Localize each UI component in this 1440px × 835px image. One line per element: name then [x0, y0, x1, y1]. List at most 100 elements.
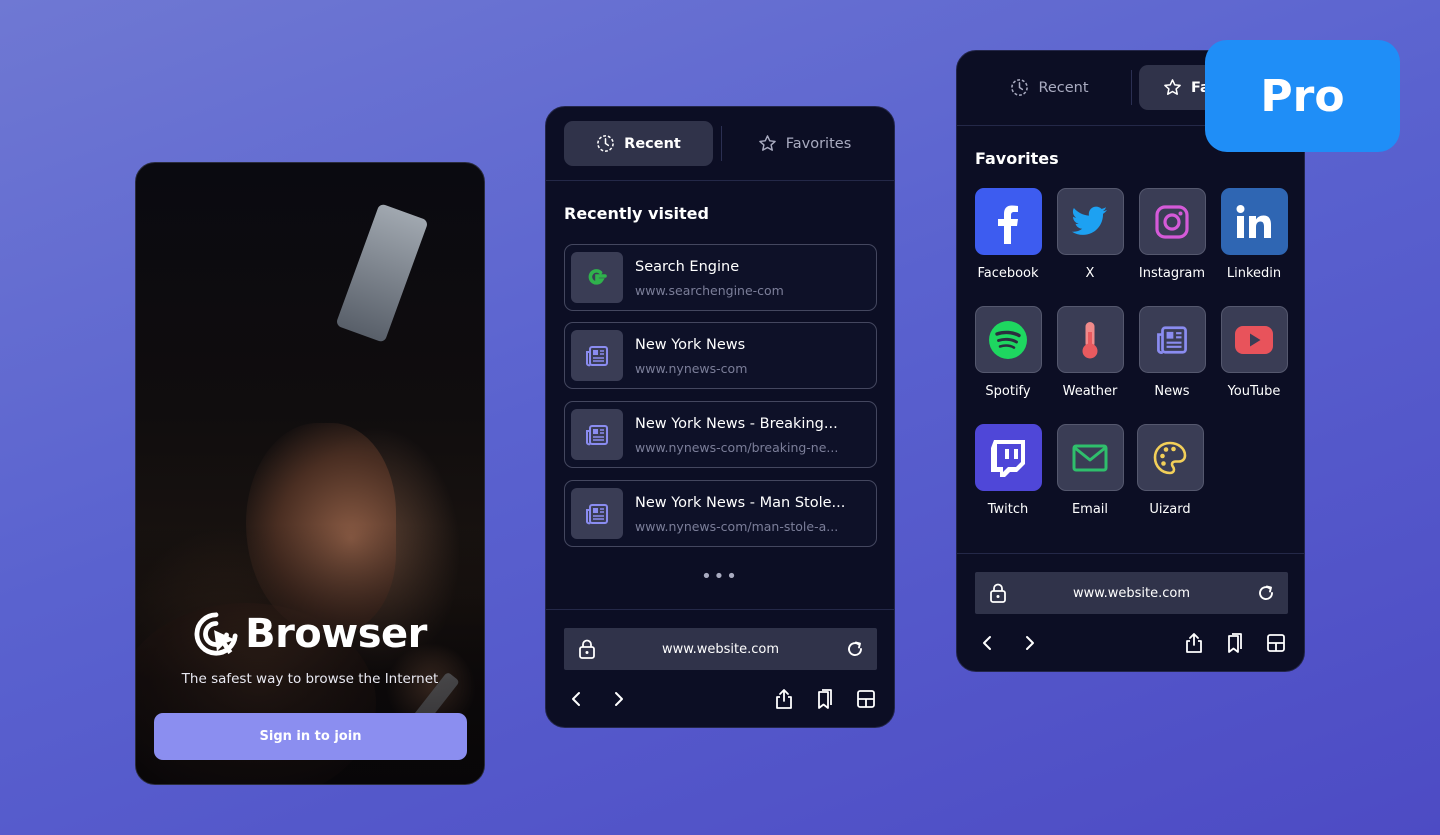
favorite-tile — [1136, 424, 1204, 491]
favorite-news[interactable]: News — [1131, 306, 1213, 399]
favorite-tile — [1138, 188, 1206, 255]
share-icon[interactable] — [773, 688, 795, 710]
splash-screen: Browser The safest way to browse the Int… — [135, 162, 485, 785]
history-item-icon — [571, 409, 623, 460]
tagline: The safest way to browse the Internet — [181, 671, 439, 687]
history-item-title: New York News - Man Stole... — [635, 495, 846, 511]
favorite-youtube[interactable]: YouTube — [1213, 306, 1295, 399]
history-item[interactable]: New York News www.nynews-com — [564, 322, 877, 389]
history-item-title: New York News - Breaking... — [635, 416, 838, 432]
youtube-icon — [1235, 325, 1273, 354]
favorite-facebook[interactable]: Facebook — [967, 188, 1049, 281]
favorite-label: X — [1085, 266, 1095, 281]
favorite-instagram[interactable]: Instagram — [1131, 188, 1213, 281]
brand-name: Browser — [245, 611, 427, 657]
mail-icon — [1072, 444, 1108, 471]
tab-recent-label: Recent — [624, 135, 681, 152]
favorite-tile — [1056, 424, 1124, 491]
favorite-label: Twitch — [987, 502, 1029, 517]
tab-bar: Recent Favorites — [546, 107, 894, 181]
favorite-label: Uizard — [1149, 502, 1191, 517]
favorite-uizard[interactable]: Uizard — [1129, 424, 1211, 517]
history-item[interactable]: New York News - Man Stole... www.nynews-… — [564, 480, 877, 547]
favorite-tile — [1220, 306, 1288, 373]
spotify-icon — [989, 320, 1027, 359]
linkedin-icon — [1236, 204, 1271, 238]
favorite-label: Facebook — [977, 266, 1039, 281]
star-icon — [1164, 79, 1181, 95]
newspaper-icon — [586, 424, 608, 445]
history-item-icon — [571, 488, 623, 539]
tabs-icon[interactable] — [855, 688, 877, 710]
bookmarks-icon[interactable] — [814, 688, 836, 710]
bookmarks-icon[interactable] — [1224, 632, 1246, 654]
browser-toolbar: www.website.com — [546, 609, 894, 727]
reload-icon[interactable] — [846, 640, 864, 658]
browser-logo-icon — [194, 612, 238, 656]
forward-icon[interactable] — [607, 688, 629, 710]
newspaper-icon — [586, 345, 608, 366]
newspaper-icon — [1157, 325, 1187, 354]
history-item-title: Search Engine — [635, 259, 740, 275]
favorite-label: Weather — [1062, 384, 1118, 399]
reload-icon[interactable] — [1257, 584, 1275, 602]
favorite-tile — [1138, 306, 1206, 373]
browser-toolbar: www.website.com — [957, 553, 1304, 671]
recent-screen: Recent Favorites Recently visited Search… — [545, 106, 895, 728]
favorite-label: News — [1154, 384, 1190, 399]
favorite-twitch[interactable]: Twitch — [967, 424, 1049, 517]
twitch-icon — [991, 439, 1025, 477]
thermometer-icon — [1082, 321, 1098, 358]
tabs-icon[interactable] — [1265, 632, 1287, 654]
favorite-label: Linkedin — [1226, 266, 1282, 281]
tab-divider — [1131, 70, 1132, 105]
favorite-tile — [974, 306, 1042, 373]
url-bar[interactable]: www.website.com — [564, 628, 877, 670]
favorite-label: Spotify — [985, 384, 1031, 399]
lock-icon — [990, 583, 1006, 603]
back-icon[interactable] — [977, 632, 999, 654]
pro-badge: Pro — [1205, 40, 1400, 152]
back-icon[interactable] — [566, 688, 588, 710]
background-photo-lamp — [335, 203, 429, 343]
facebook-icon — [998, 205, 1018, 244]
instagram-icon — [1155, 204, 1189, 239]
history-item[interactable]: Search Engine www.searchengine-com — [564, 244, 877, 311]
url-text: www.website.com — [661, 641, 780, 657]
favorite-tile — [1056, 188, 1124, 255]
favorite-spotify[interactable]: Spotify — [967, 306, 1049, 399]
favorite-weather[interactable]: Weather — [1049, 306, 1131, 399]
clock-icon — [1011, 79, 1029, 96]
g-logo-icon — [588, 268, 607, 285]
lock-icon — [579, 639, 595, 659]
favorite-tile — [974, 424, 1042, 491]
favorite-tile — [1220, 188, 1288, 255]
section-title: Recently visited — [564, 204, 709, 223]
history-item-url: www.nynews-com/breaking-ne... — [635, 440, 839, 455]
tab-recent[interactable]: Recent — [564, 121, 713, 166]
favorite-email[interactable]: Email — [1049, 424, 1131, 517]
url-text: www.website.com — [1072, 585, 1191, 601]
tab-recent[interactable]: Recent — [975, 65, 1124, 110]
tab-divider — [721, 126, 722, 161]
tab-favorites-label: Favorites — [785, 135, 852, 152]
tab-favorites[interactable]: Favorites — [730, 121, 879, 166]
brand-lockup: Browser — [136, 611, 484, 657]
newspaper-icon — [586, 503, 608, 524]
share-icon[interactable] — [1183, 632, 1205, 654]
url-bar[interactable]: www.website.com — [975, 572, 1288, 614]
star-icon — [758, 135, 776, 151]
forward-icon[interactable] — [1018, 632, 1040, 654]
history-item-url: www.nynews-com/man-stole-a... — [635, 519, 839, 534]
history-item-url: www.nynews-com — [635, 361, 748, 376]
section-title: Favorites — [975, 149, 1059, 168]
palette-icon — [1153, 441, 1187, 474]
favorite-label: Instagram — [1138, 266, 1206, 281]
favorite-linkedin[interactable]: Linkedin — [1213, 188, 1295, 281]
history-item[interactable]: New York News - Breaking... www.nynews-c… — [564, 401, 877, 468]
history-item-icon — [571, 330, 623, 381]
sign-in-button[interactable]: Sign in to join — [154, 713, 467, 760]
favorite-x[interactable]: X — [1049, 188, 1131, 281]
more-button[interactable]: ••• — [546, 566, 894, 587]
twitter-bird-icon — [1072, 206, 1107, 235]
